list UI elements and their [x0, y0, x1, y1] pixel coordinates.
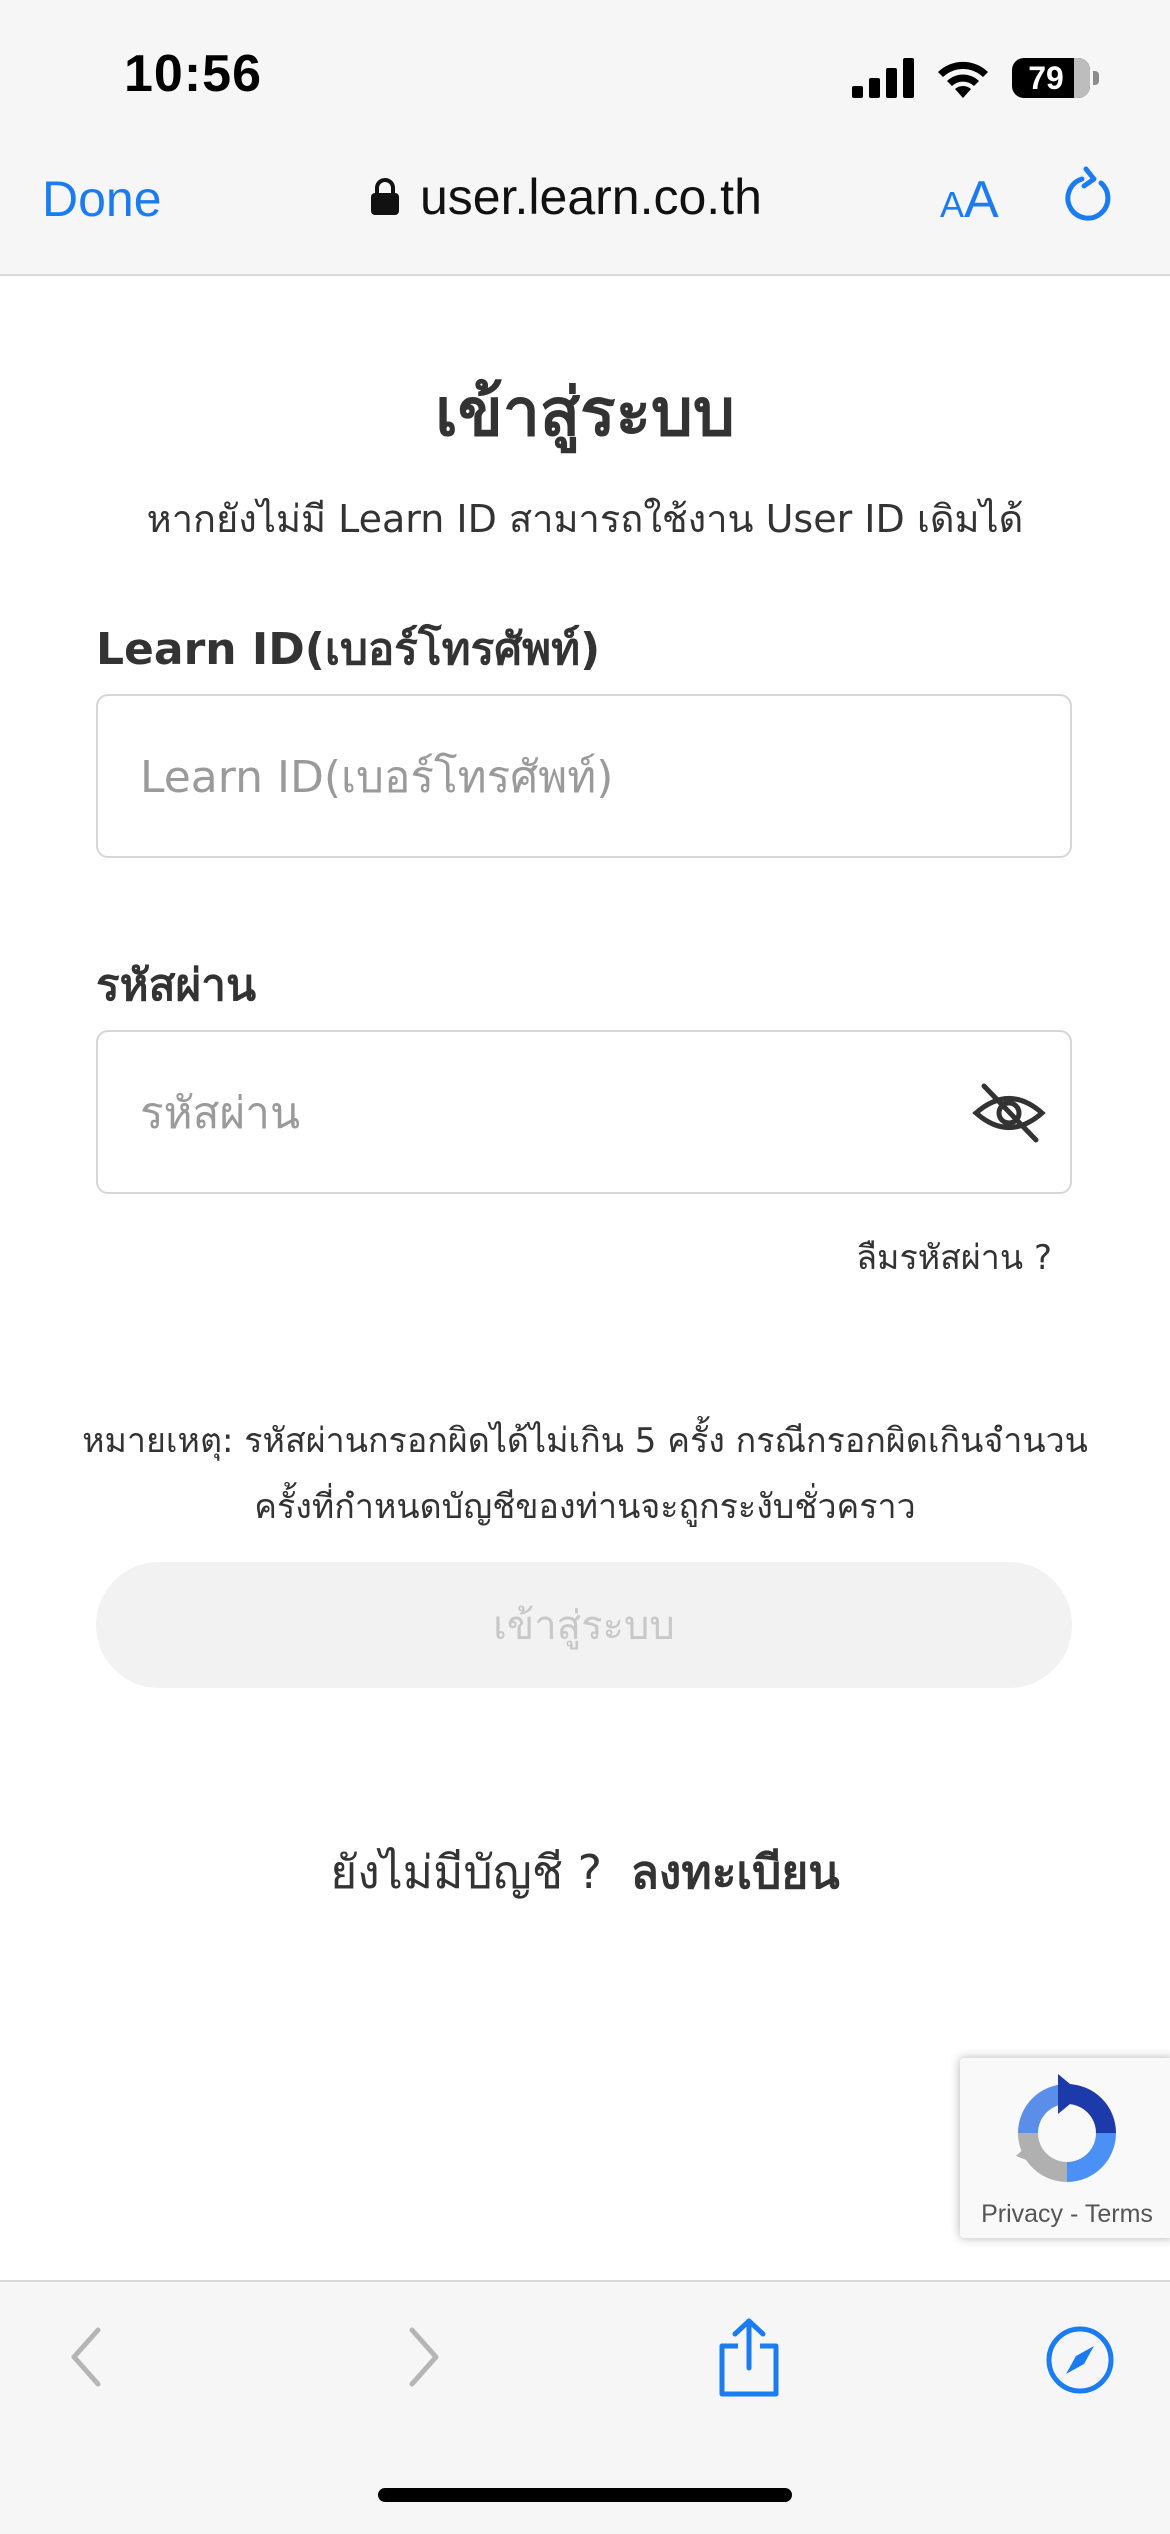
page-subtitle: หากยังไม่มี Learn ID สามารถใช้งาน User I…: [146, 497, 1024, 541]
learn-id-label: Learn ID(เบอร์โทรศัพท์): [96, 624, 601, 675]
share-icon[interactable]: [716, 2318, 782, 2398]
cellular-signal-icon: [852, 58, 914, 98]
password-input[interactable]: [138, 1032, 1002, 1194]
learn-id-field[interactable]: [96, 694, 1072, 858]
password-label: รหัสผ่าน: [96, 960, 257, 1011]
privacy-link[interactable]: Privacy: [981, 2200, 1063, 2228]
compass-icon[interactable]: [1044, 2324, 1116, 2396]
register-row: ยังไม่มีบัญชี ? ลงทะเบียน: [0, 1836, 1170, 1909]
recaptcha-links: Privacy - Terms: [960, 2200, 1170, 2229]
battery-icon: 79: [1012, 58, 1099, 98]
url-text: user.learn.co.th: [420, 169, 762, 225]
text-size-big-glyph: A: [964, 171, 999, 229]
back-icon[interactable]: [62, 2322, 112, 2392]
lock-icon: [371, 178, 399, 215]
password-field[interactable]: [96, 1030, 1072, 1194]
login-button[interactable]: เข้าสู่ระบบ: [96, 1562, 1072, 1688]
wifi-icon: [938, 61, 988, 98]
terms-link[interactable]: Terms: [1085, 2200, 1153, 2228]
browser-top-bar: Done user.learn.co.th AA: [0, 140, 1170, 276]
password-note: หมายเหตุ: รหัสผ่านกรอกผิดได้ไม่เกิน 5 คร…: [60, 1408, 1110, 1540]
eye-slash-icon[interactable]: [972, 1082, 1046, 1144]
learn-id-input[interactable]: [138, 696, 1002, 858]
password-note-line-2: ครั้งที่กำหนดบัญชีของท่านจะถูกระงับชั่วค…: [254, 1487, 916, 1527]
status-icons: 79: [852, 56, 1099, 100]
done-button[interactable]: Done: [42, 170, 162, 228]
battery-level: 79: [1028, 59, 1064, 96]
recaptcha-separator: -: [1070, 2200, 1079, 2228]
status-bar: 10:56 79: [0, 0, 1170, 140]
recaptcha-badge: Privacy - Terms: [960, 2058, 1170, 2238]
text-size-small-glyph: A: [940, 184, 965, 225]
no-account-text: ยังไม่มีบัญชี ?: [330, 1845, 603, 1899]
register-link[interactable]: ลงทะเบียน: [631, 1845, 840, 1899]
forgot-password-link[interactable]: ลืมรหัสผ่าน ?: [856, 1230, 1052, 1284]
status-time: 10:56: [124, 45, 262, 103]
page-title: เข้าสู่ระบบ: [435, 374, 735, 451]
text-size-button[interactable]: AA: [940, 170, 999, 230]
reload-icon[interactable]: [1064, 166, 1116, 226]
address-bar[interactable]: user.learn.co.th: [370, 168, 762, 226]
password-note-line-1: หมายเหตุ: รหัสผ่านกรอกผิดได้ไม่เกิน 5 คร…: [82, 1421, 1088, 1461]
forward-icon[interactable]: [398, 2322, 448, 2392]
recaptcha-icon: [1016, 2074, 1116, 2182]
home-indicator: [378, 2488, 792, 2502]
